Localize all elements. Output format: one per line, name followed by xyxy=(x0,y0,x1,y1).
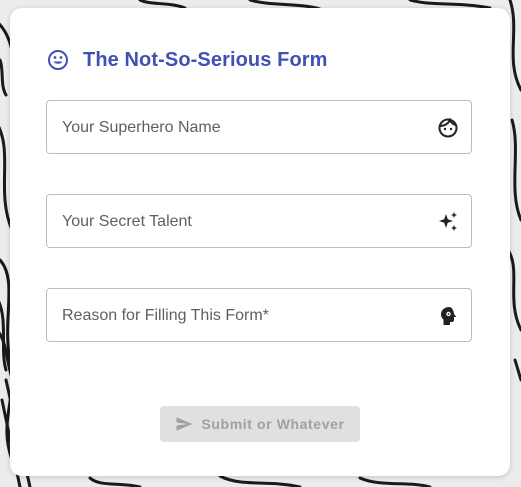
superhero-name-field[interactable]: Your Superhero Name xyxy=(46,100,472,154)
psychology-head-icon xyxy=(441,307,456,325)
form-card: The Not-So-Serious Form Your Superhero N… xyxy=(10,8,510,476)
form-header: The Not-So-Serious Form xyxy=(46,46,328,74)
reason-field[interactable]: Reason for Filling This Form* xyxy=(46,288,472,342)
reason-label: Reason for Filling This Form* xyxy=(62,307,269,324)
secret-talent-field[interactable]: Your Secret Talent xyxy=(46,194,472,248)
submit-button-label: Submit or Whatever xyxy=(201,416,345,432)
send-icon xyxy=(176,417,193,431)
smiley-face-icon xyxy=(48,50,68,70)
sparkles-icon xyxy=(439,212,457,231)
face-icon xyxy=(438,117,458,138)
submit-button[interactable]: Submit or Whatever xyxy=(160,406,360,442)
form-title: The Not-So-Serious Form xyxy=(83,48,328,71)
superhero-name-label: Your Superhero Name xyxy=(62,119,221,136)
secret-talent-label: Your Secret Talent xyxy=(62,213,192,230)
